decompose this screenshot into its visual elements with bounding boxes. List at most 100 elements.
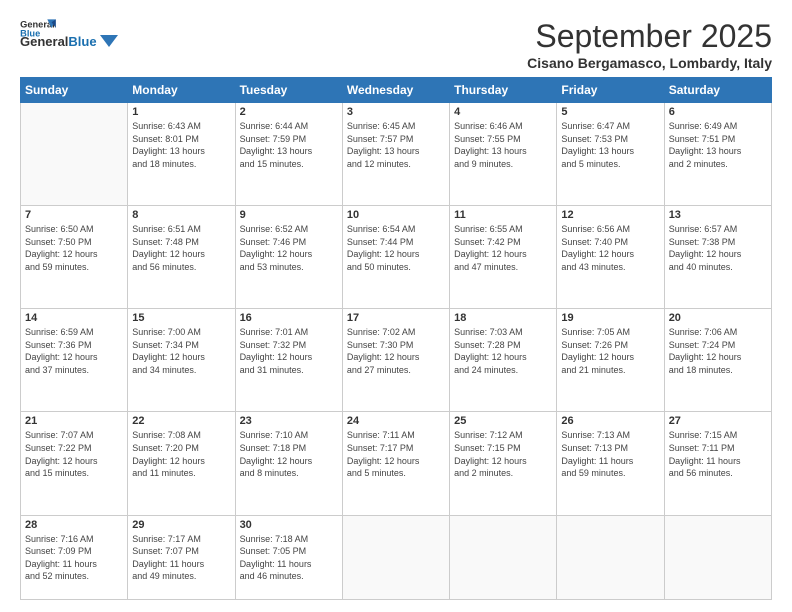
day-info: Sunrise: 7:18 AM Sunset: 7:05 PM Dayligh… bbox=[240, 533, 338, 583]
table-row bbox=[450, 515, 557, 599]
logo: General Blue General Blue bbox=[20, 18, 118, 52]
table-row bbox=[557, 515, 664, 599]
day-info: Sunrise: 6:44 AM Sunset: 7:59 PM Dayligh… bbox=[240, 120, 338, 170]
table-row: 22 Sunrise: 7:08 AM Sunset: 7:20 PM Dayli… bbox=[128, 412, 235, 515]
day-number: 22 bbox=[132, 415, 230, 427]
day-info: Sunrise: 7:11 AM Sunset: 7:17 PM Dayligh… bbox=[347, 429, 445, 479]
day-info: Sunrise: 7:00 AM Sunset: 7:34 PM Dayligh… bbox=[132, 326, 230, 376]
day-number: 12 bbox=[561, 209, 659, 221]
day-number: 23 bbox=[240, 415, 338, 427]
day-info: Sunrise: 7:15 AM Sunset: 7:11 PM Dayligh… bbox=[669, 429, 767, 479]
day-number: 4 bbox=[454, 106, 552, 118]
day-info: Sunrise: 7:08 AM Sunset: 7:20 PM Dayligh… bbox=[132, 429, 230, 479]
table-row: 30 Sunrise: 7:18 AM Sunset: 7:05 PM Dayli… bbox=[235, 515, 342, 599]
day-number: 29 bbox=[132, 519, 230, 531]
table-row: 7 Sunrise: 6:50 AM Sunset: 7:50 PM Daylig… bbox=[21, 206, 128, 309]
col-friday: Friday bbox=[557, 78, 664, 103]
day-info: Sunrise: 6:52 AM Sunset: 7:46 PM Dayligh… bbox=[240, 223, 338, 273]
day-number: 17 bbox=[347, 312, 445, 324]
day-info: Sunrise: 6:46 AM Sunset: 7:55 PM Dayligh… bbox=[454, 120, 552, 170]
day-info: Sunrise: 6:51 AM Sunset: 7:48 PM Dayligh… bbox=[132, 223, 230, 273]
table-row bbox=[342, 515, 449, 599]
day-info: Sunrise: 6:47 AM Sunset: 7:53 PM Dayligh… bbox=[561, 120, 659, 170]
day-info: Sunrise: 7:16 AM Sunset: 7:09 PM Dayligh… bbox=[25, 533, 123, 583]
day-info: Sunrise: 7:03 AM Sunset: 7:28 PM Dayligh… bbox=[454, 326, 552, 376]
day-number: 27 bbox=[669, 415, 767, 427]
day-number: 21 bbox=[25, 415, 123, 427]
col-wednesday: Wednesday bbox=[342, 78, 449, 103]
day-info: Sunrise: 7:02 AM Sunset: 7:30 PM Dayligh… bbox=[347, 326, 445, 376]
table-row bbox=[664, 515, 771, 599]
logo-text-general: General bbox=[20, 34, 68, 52]
day-info: Sunrise: 6:59 AM Sunset: 7:36 PM Dayligh… bbox=[25, 326, 123, 376]
table-row: 15 Sunrise: 7:00 AM Sunset: 7:34 PM Dayli… bbox=[128, 309, 235, 412]
day-number: 20 bbox=[669, 312, 767, 324]
day-info: Sunrise: 7:06 AM Sunset: 7:24 PM Dayligh… bbox=[669, 326, 767, 376]
day-number: 8 bbox=[132, 209, 230, 221]
col-thursday: Thursday bbox=[450, 78, 557, 103]
table-row: 13 Sunrise: 6:57 AM Sunset: 7:38 PM Dayli… bbox=[664, 206, 771, 309]
table-row: 10 Sunrise: 6:54 AM Sunset: 7:44 PM Dayli… bbox=[342, 206, 449, 309]
table-row: 8 Sunrise: 6:51 AM Sunset: 7:48 PM Daylig… bbox=[128, 206, 235, 309]
table-row bbox=[21, 103, 128, 206]
day-number: 5 bbox=[561, 106, 659, 118]
logo-arrow-icon bbox=[100, 35, 118, 47]
location: Cisano Bergamasco, Lombardy, Italy bbox=[527, 55, 772, 71]
day-number: 10 bbox=[347, 209, 445, 221]
day-number: 25 bbox=[454, 415, 552, 427]
day-info: Sunrise: 7:10 AM Sunset: 7:18 PM Dayligh… bbox=[240, 429, 338, 479]
day-number: 14 bbox=[25, 312, 123, 324]
table-row: 2 Sunrise: 6:44 AM Sunset: 7:59 PM Daylig… bbox=[235, 103, 342, 206]
table-row: 18 Sunrise: 7:03 AM Sunset: 7:28 PM Dayli… bbox=[450, 309, 557, 412]
header: General Blue General Blue September 2025… bbox=[20, 18, 772, 71]
day-info: Sunrise: 7:05 AM Sunset: 7:26 PM Dayligh… bbox=[561, 326, 659, 376]
logo-text-blue: Blue bbox=[68, 34, 96, 52]
day-info: Sunrise: 7:07 AM Sunset: 7:22 PM Dayligh… bbox=[25, 429, 123, 479]
table-row: 6 Sunrise: 6:49 AM Sunset: 7:51 PM Daylig… bbox=[664, 103, 771, 206]
table-row: 9 Sunrise: 6:52 AM Sunset: 7:46 PM Daylig… bbox=[235, 206, 342, 309]
day-number: 15 bbox=[132, 312, 230, 324]
calendar-table: Sunday Monday Tuesday Wednesday Thursday… bbox=[20, 77, 772, 600]
day-number: 24 bbox=[347, 415, 445, 427]
table-row: 21 Sunrise: 7:07 AM Sunset: 7:22 PM Dayli… bbox=[21, 412, 128, 515]
day-number: 2 bbox=[240, 106, 338, 118]
table-row: 12 Sunrise: 6:56 AM Sunset: 7:40 PM Dayli… bbox=[557, 206, 664, 309]
table-row: 25 Sunrise: 7:12 AM Sunset: 7:15 PM Dayli… bbox=[450, 412, 557, 515]
day-info: Sunrise: 7:13 AM Sunset: 7:13 PM Dayligh… bbox=[561, 429, 659, 479]
day-info: Sunrise: 7:12 AM Sunset: 7:15 PM Dayligh… bbox=[454, 429, 552, 479]
day-info: Sunrise: 6:56 AM Sunset: 7:40 PM Dayligh… bbox=[561, 223, 659, 273]
day-info: Sunrise: 6:55 AM Sunset: 7:42 PM Dayligh… bbox=[454, 223, 552, 273]
day-number: 6 bbox=[669, 106, 767, 118]
month-title: September 2025 bbox=[527, 18, 772, 55]
day-number: 18 bbox=[454, 312, 552, 324]
table-row: 3Sunrise: 6:45 AM Sunset: 7:57 PM Daylig… bbox=[342, 103, 449, 206]
table-row: 11Sunrise: 6:55 AM Sunset: 7:42 PM Dayli… bbox=[450, 206, 557, 309]
day-number: 28 bbox=[25, 519, 123, 531]
day-info: Sunrise: 6:57 AM Sunset: 7:38 PM Dayligh… bbox=[669, 223, 767, 273]
day-number: 30 bbox=[240, 519, 338, 531]
day-number: 19 bbox=[561, 312, 659, 324]
table-row: 27 Sunrise: 7:15 AM Sunset: 7:11 PM Dayli… bbox=[664, 412, 771, 515]
table-row: 19 Sunrise: 7:05 AM Sunset: 7:26 PM Dayli… bbox=[557, 309, 664, 412]
day-number: 13 bbox=[669, 209, 767, 221]
day-info: Sunrise: 7:17 AM Sunset: 7:07 PM Dayligh… bbox=[132, 533, 230, 583]
day-info: Sunrise: 6:54 AM Sunset: 7:44 PM Dayligh… bbox=[347, 223, 445, 273]
day-number: 7 bbox=[25, 209, 123, 221]
col-monday: Monday bbox=[128, 78, 235, 103]
table-row: 5 Sunrise: 6:47 AM Sunset: 7:53 PM Daylig… bbox=[557, 103, 664, 206]
day-number: 1 bbox=[132, 106, 230, 118]
col-saturday: Saturday bbox=[664, 78, 771, 103]
day-number: 9 bbox=[240, 209, 338, 221]
table-row: 1Sunrise: 6:43 AM Sunset: 8:01 PM Daylig… bbox=[128, 103, 235, 206]
table-row: 16 Sunrise: 7:01 AM Sunset: 7:32 PM Dayli… bbox=[235, 309, 342, 412]
table-row: 23 Sunrise: 7:10 AM Sunset: 7:18 PM Dayli… bbox=[235, 412, 342, 515]
day-info: Sunrise: 7:01 AM Sunset: 7:32 PM Dayligh… bbox=[240, 326, 338, 376]
day-info: Sunrise: 6:49 AM Sunset: 7:51 PM Dayligh… bbox=[669, 120, 767, 170]
day-number: 26 bbox=[561, 415, 659, 427]
col-sunday: Sunday bbox=[21, 78, 128, 103]
table-row: 20 Sunrise: 7:06 AM Sunset: 7:24 PM Dayli… bbox=[664, 309, 771, 412]
day-info: Sunrise: 6:50 AM Sunset: 7:50 PM Dayligh… bbox=[25, 223, 123, 273]
table-row: 14 Sunrise: 6:59 AM Sunset: 7:36 PM Dayli… bbox=[21, 309, 128, 412]
day-number: 16 bbox=[240, 312, 338, 324]
day-number: 3 bbox=[347, 106, 445, 118]
